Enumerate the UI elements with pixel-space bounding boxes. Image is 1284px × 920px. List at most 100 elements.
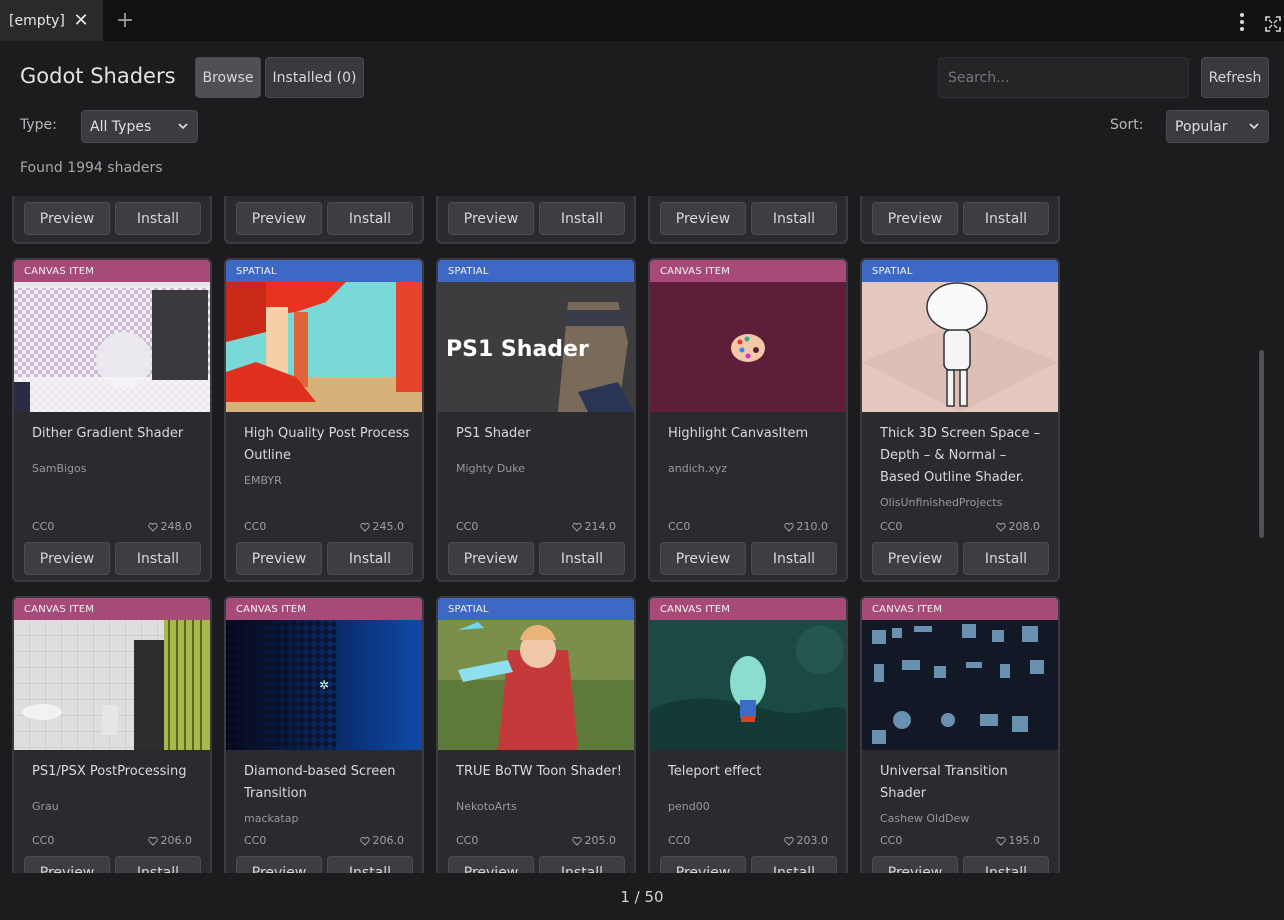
likes-value: 208.0: [1008, 520, 1041, 533]
preview-button[interactable]: Preview: [448, 202, 534, 235]
shader-title[interactable]: TRUE BoTW Toon Shader!: [456, 761, 626, 783]
chevron-down-icon: [178, 123, 188, 130]
shader-card[interactable]: SPATIAL Thick 3D Screen Space – Depth – …: [860, 258, 1060, 582]
heart-icon: [783, 522, 794, 532]
install-button[interactable]: Install: [539, 202, 625, 235]
refresh-button[interactable]: Refresh: [1201, 57, 1269, 98]
shader-card[interactable]: CANVAS ITEM ✲ Diamond-based Screen Trans…: [224, 596, 424, 873]
install-button[interactable]: Install: [751, 542, 837, 575]
preview-button[interactable]: Preview: [872, 202, 958, 235]
sort-select[interactable]: Popular: [1166, 110, 1269, 143]
shader-author: SamBigos: [32, 462, 87, 475]
preview-button[interactable]: Preview: [236, 202, 322, 235]
thumbnail: [14, 620, 210, 750]
preview-button[interactable]: Preview: [660, 856, 746, 873]
type-select-value: All Types: [90, 118, 152, 135]
shader-card: Preview Install: [12, 196, 212, 244]
type-select[interactable]: All Types: [81, 110, 198, 143]
preview-button[interactable]: Preview: [24, 542, 110, 575]
preview-button[interactable]: Preview: [448, 856, 534, 873]
shader-likes: 214.0: [571, 520, 616, 533]
svg-text:✲: ✲: [319, 678, 329, 692]
shader-card[interactable]: CANVAS ITEM Teleport effect pend00 CC0 203.…: [648, 596, 848, 873]
preview-button[interactable]: Preview: [660, 542, 746, 575]
shader-license: CC0: [456, 520, 479, 533]
shader-card[interactable]: SPATIAL PS1 Shader PS1 Shader Mighty Duke…: [436, 258, 636, 582]
plus-icon[interactable]: +: [114, 10, 136, 33]
shader-title[interactable]: Teleport effect: [668, 761, 838, 783]
shader-likes: 206.0: [147, 834, 192, 847]
shader-type-badge: SPATIAL: [862, 260, 1058, 282]
install-button[interactable]: Install: [327, 856, 413, 873]
shader-type-badge: SPATIAL: [226, 260, 422, 282]
install-button[interactable]: Install: [115, 542, 201, 575]
preview-button[interactable]: Preview: [448, 542, 534, 575]
sort-label: Sort:: [1110, 117, 1144, 133]
shader-card[interactable]: SPATIAL High Quality Post Process Outlin…: [224, 258, 424, 582]
preview-button[interactable]: Preview: [24, 856, 110, 873]
shader-card: Preview Install: [224, 196, 424, 244]
scrollbar-thumb[interactable]: [1259, 350, 1264, 538]
shader-grid: Preview Install Preview Install Preview Insta…: [0, 196, 1284, 873]
shader-author: andich.xyz: [668, 462, 728, 475]
likes-value: 206.0: [372, 834, 405, 847]
shader-likes: 210.0: [783, 520, 829, 533]
shader-card[interactable]: SPATIAL TRUE BoTW Toon Shader! NekotoArts…: [436, 596, 636, 873]
shader-license: CC0: [880, 520, 903, 533]
shader-card[interactable]: CANVAS ITEM Highlight CanvasItem andich.x…: [648, 258, 848, 582]
install-button[interactable]: Install: [751, 856, 837, 873]
shader-license: CC0: [668, 520, 691, 533]
shader-title[interactable]: PS1/PSX PostProcessing: [32, 761, 202, 783]
install-button[interactable]: Install: [539, 542, 625, 575]
shader-likes: 208.0: [995, 520, 1041, 533]
shader-author: EMBYR: [244, 474, 282, 487]
thumbnail: [650, 620, 846, 750]
shader-author: pend00: [668, 800, 710, 813]
installed-button[interactable]: Installed (0): [265, 57, 364, 98]
shader-type-badge: SPATIAL: [438, 260, 634, 282]
shader-title[interactable]: High Quality Post Process Outline: [244, 423, 414, 467]
install-button[interactable]: Install: [115, 202, 201, 235]
preview-button[interactable]: Preview: [660, 202, 746, 235]
shader-license: CC0: [244, 834, 267, 847]
shader-likes: 195.0: [995, 834, 1040, 847]
shader-likes: 205.0: [571, 834, 617, 847]
chevron-down-icon: [1249, 123, 1259, 130]
heart-icon: [995, 522, 1006, 532]
shader-title[interactable]: Dither Gradient Shader: [32, 423, 202, 445]
install-button[interactable]: Install: [963, 542, 1049, 575]
preview-button[interactable]: Preview: [24, 202, 110, 235]
preview-button[interactable]: Preview: [236, 542, 322, 575]
shader-title[interactable]: PS1 Shader: [456, 423, 626, 445]
likes-value: 210.0: [796, 520, 829, 533]
kebab-menu-icon[interactable]: [1233, 11, 1251, 33]
shader-title[interactable]: Universal Transition Shader: [880, 761, 1050, 805]
install-button[interactable]: Install: [327, 202, 413, 235]
install-button[interactable]: Install: [115, 856, 201, 873]
tab-empty[interactable]: [empty] ✕: [0, 0, 103, 41]
install-button[interactable]: Install: [963, 856, 1049, 873]
preview-button[interactable]: Preview: [236, 856, 322, 873]
shader-card[interactable]: CANVAS ITEM Dither Gradient Shader SamBig…: [12, 258, 212, 582]
likes-value: 245.0: [372, 520, 405, 533]
shader-title[interactable]: Thick 3D Screen Space – Depth – & Normal…: [880, 423, 1050, 489]
shader-card[interactable]: CANVAS ITEM PS1/PSX PostProcessing Grau CC…: [12, 596, 212, 873]
shader-card[interactable]: CANVAS ITEM Universal Transition Shader C…: [860, 596, 1060, 873]
install-button[interactable]: Install: [539, 856, 625, 873]
shader-likes: 245.0: [359, 520, 405, 533]
install-button[interactable]: Install: [751, 202, 837, 235]
install-button[interactable]: Install: [327, 542, 413, 575]
likes-value: 205.0: [584, 834, 617, 847]
install-button[interactable]: Install: [963, 202, 1049, 235]
preview-button[interactable]: Preview: [872, 542, 958, 575]
preview-button[interactable]: Preview: [872, 856, 958, 873]
thumbnail: [438, 620, 634, 750]
likes-value: 203.0: [796, 834, 829, 847]
shader-card: Preview Install: [648, 196, 848, 244]
browse-button[interactable]: Browse: [195, 57, 261, 98]
fullscreen-icon[interactable]: [1265, 16, 1281, 32]
close-icon[interactable]: ✕: [72, 12, 90, 30]
search-input[interactable]: [938, 57, 1189, 98]
shader-title[interactable]: Diamond-based Screen Transition: [244, 761, 414, 805]
shader-title[interactable]: Highlight CanvasItem: [668, 423, 838, 445]
